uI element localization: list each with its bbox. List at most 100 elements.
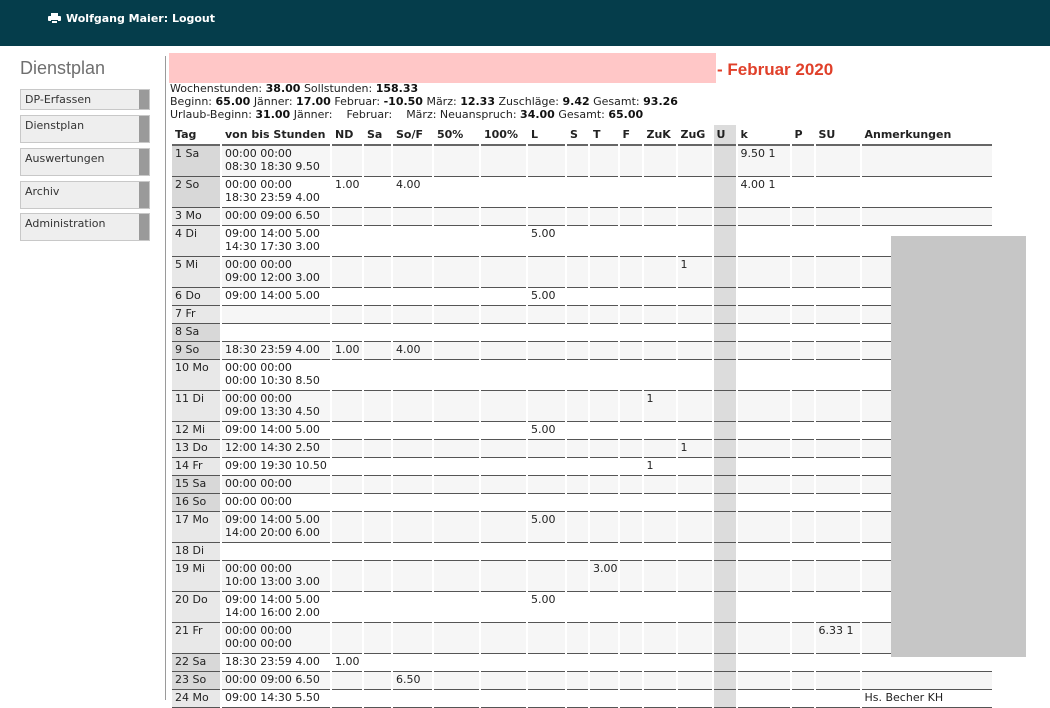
time-line: 00:00 00:00 (225, 178, 292, 191)
table-row[interactable]: 20 Do 09:00 14:00 5.00 14:00 16:00 2.00 5.0… (172, 592, 992, 623)
day-cell[interactable]: 3 Mo (172, 208, 220, 226)
day-cell[interactable]: 4 Di (172, 226, 220, 257)
day-cell[interactable]: 18 Di (172, 543, 220, 561)
day-cell[interactable]: 21 Fr (172, 623, 220, 654)
p50-cell (434, 476, 479, 494)
day-cell[interactable]: 5 Mi (172, 257, 220, 288)
table-row[interactable]: 18 Di (172, 543, 992, 561)
table-row[interactable]: 5 Mi 00:00 00:00 09:00 12:00 3.00 1 (172, 257, 992, 288)
day-cell[interactable]: 12 Mi (172, 422, 220, 440)
table-row[interactable]: 7 Fr (172, 306, 992, 324)
day-cell[interactable]: 7 Fr (172, 306, 220, 324)
f-cell (619, 257, 642, 288)
f-cell (619, 623, 642, 654)
table-row[interactable]: 11 Di 00:00 00:00 09:00 13:30 4.50 1 (172, 391, 992, 422)
f-cell (619, 208, 642, 226)
day-cell[interactable]: 13 Do (172, 440, 220, 458)
day-cell[interactable]: 6 Do (172, 288, 220, 306)
time-line: 09:00 19:30 10.50 (225, 459, 327, 472)
day-cell[interactable]: 1 Sa (172, 146, 220, 177)
sof-cell (393, 494, 432, 512)
u-cell (713, 623, 736, 654)
p-cell (791, 476, 814, 494)
day-cell[interactable]: 11 Di (172, 391, 220, 422)
table-row[interactable]: 8 Sa (172, 324, 992, 342)
nav-administration[interactable]: Administration (20, 213, 150, 241)
s-cell (567, 391, 588, 422)
table-row[interactable]: 1 Sa 00:00 00:00 08:30 18:30 9.50 9.50 1 (172, 146, 992, 177)
table-row[interactable]: 12 Mi 09:00 14:00 5.00 5.00 (172, 422, 992, 440)
p100-cell (481, 226, 526, 257)
table-row[interactable]: 3 Mo 00:00 09:00 6.50 (172, 208, 992, 226)
times-cell: 00:00 00:00 00:00 10:30 8.50 (222, 360, 330, 391)
nav-dienstplan[interactable]: Dienstplan (20, 115, 150, 143)
table-row[interactable]: 14 Fr 09:00 19:30 10.50 1 (172, 458, 992, 476)
logout-label[interactable]: Wolfgang Maier: Logout (66, 12, 215, 25)
day-cell[interactable]: 14 Fr (172, 458, 220, 476)
table-row[interactable]: 17 Mo 09:00 14:00 5.00 14:00 20:00 6.00 5.0… (172, 512, 992, 543)
day-cell[interactable]: 2 So (172, 177, 220, 208)
day-cell[interactable]: 9 So (172, 342, 220, 360)
p-cell (791, 623, 814, 654)
table-row[interactable]: 4 Di 09:00 14:00 5.00 14:30 17:30 3.00 5.00 (172, 226, 992, 257)
time-line: 00:00 00:00 (225, 495, 292, 508)
nav-archiv[interactable]: Archiv (20, 181, 150, 209)
k-cell (737, 654, 790, 672)
sof-cell (393, 654, 432, 672)
table-row[interactable]: 24 Mo 09:00 14:30 5.50 Hs. Becher KH (172, 690, 992, 708)
nav-auswertungen[interactable]: Auswertungen (20, 148, 150, 176)
table-row[interactable]: 10 Mo 00:00 00:00 00:00 10:30 8.50 (172, 360, 992, 391)
zuk-cell (643, 360, 676, 391)
nd-cell (332, 422, 362, 440)
day-cell[interactable]: 15 Sa (172, 476, 220, 494)
day-cell[interactable]: 23 So (172, 672, 220, 690)
zuk-cell (643, 342, 676, 360)
day-cell[interactable]: 19 Mi (172, 561, 220, 592)
table-row[interactable]: 19 Mi 00:00 00:00 10:00 13:00 3.00 3.00 (172, 561, 992, 592)
t-cell (590, 623, 618, 654)
day-cell[interactable]: 10 Mo (172, 360, 220, 391)
p100-cell (481, 476, 526, 494)
table-row[interactable]: 23 So 00:00 09:00 6.50 6.50 (172, 672, 992, 690)
zuk-cell (643, 494, 676, 512)
day-cell[interactable]: 24 Mo (172, 690, 220, 708)
table-row[interactable]: 16 So 00:00 00:00 (172, 494, 992, 512)
times-cell: 00:00 00:00 10:00 13:00 3.00 (222, 561, 330, 592)
day-cell[interactable]: 8 Sa (172, 324, 220, 342)
su-cell (815, 543, 860, 561)
column-header: von bis Stunden (222, 125, 330, 146)
table-row[interactable]: 2 So 00:00 00:00 18:30 23:59 4.00 1.00 4.00 4… (172, 177, 992, 208)
table-row[interactable]: 13 Do 12:00 14:30 2.50 1 (172, 440, 992, 458)
nd-cell (332, 288, 362, 306)
day-cell[interactable]: 17 Mo (172, 512, 220, 543)
f-cell (619, 146, 642, 177)
sa-cell (364, 476, 391, 494)
times-cell: 00:00 00:00 08:30 18:30 9.50 (222, 146, 330, 177)
su-cell (815, 324, 860, 342)
l-cell (528, 208, 565, 226)
p-cell (791, 592, 814, 623)
printer-icon[interactable] (48, 13, 61, 24)
table-row[interactable]: 21 Fr 00:00 00:00 00:00 00:00 6.33 1 (172, 623, 992, 654)
day-cell[interactable]: 16 So (172, 494, 220, 512)
p-cell (791, 422, 814, 440)
sidebar-title: Dienstplan (20, 58, 106, 78)
table-row[interactable]: 6 Do 09:00 14:00 5.00 5.00 (172, 288, 992, 306)
time-line: 00:00 00:00 (225, 258, 292, 271)
l-cell (528, 177, 565, 208)
nav-dp-erfassen[interactable]: DP-Erfassen (20, 89, 150, 110)
table-row[interactable]: 15 Sa 00:00 00:00 (172, 476, 992, 494)
f-cell (619, 672, 642, 690)
s-cell (567, 690, 588, 708)
day-cell[interactable]: 22 Sa (172, 654, 220, 672)
times-cell: 00:00 09:00 6.50 (222, 672, 330, 690)
table-row[interactable]: 9 So 18:30 23:59 4.00 1.00 4.00 (172, 342, 992, 360)
u-cell (713, 360, 736, 391)
table-row[interactable]: 22 Sa 18:30 23:59 4.00 1.00 (172, 654, 992, 672)
l-cell (528, 623, 565, 654)
p100-cell (481, 391, 526, 422)
logout-link[interactable]: Wolfgang Maier: Logout (48, 12, 215, 25)
s-cell (567, 654, 588, 672)
day-cell[interactable]: 20 Do (172, 592, 220, 623)
t-cell (590, 208, 618, 226)
